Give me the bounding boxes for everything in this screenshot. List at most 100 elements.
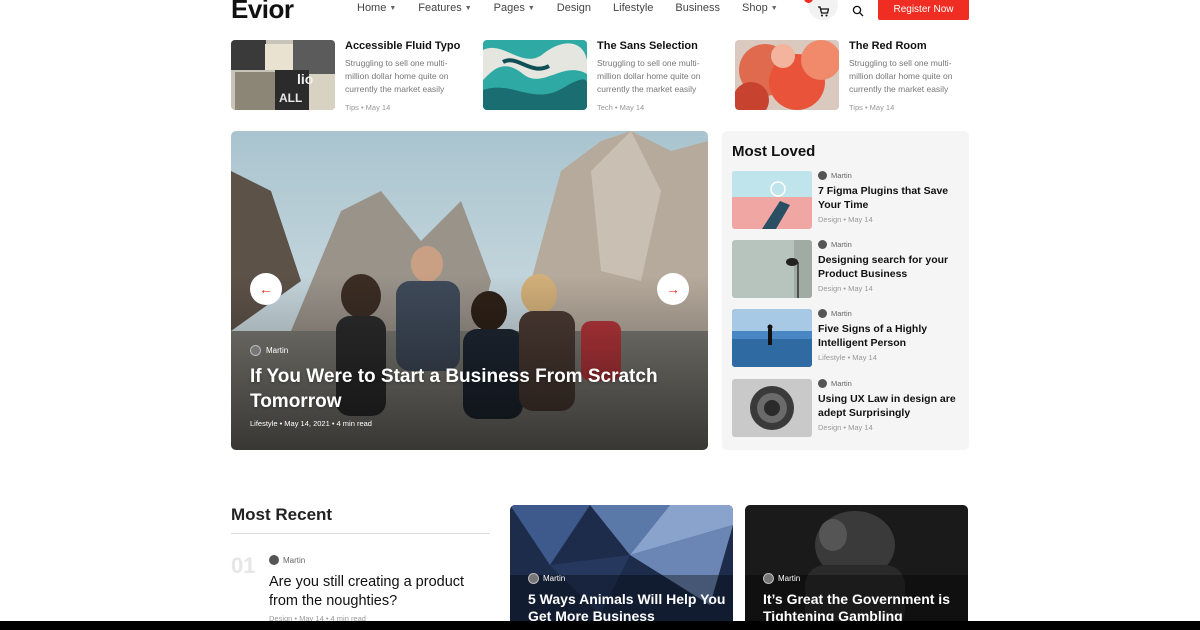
avatar — [763, 573, 774, 584]
site-logo[interactable]: Evior — [231, 0, 294, 25]
post-meta: Design • May 14 — [818, 423, 873, 432]
card-thumbnail: lio ALL — [231, 40, 335, 110]
loved-item[interactable]: Martin Designing search for your Product… — [732, 240, 962, 298]
slider-next-button[interactable]: → — [657, 273, 689, 305]
svg-text:ALL: ALL — [279, 91, 302, 105]
card-meta: Tips • May 14 — [849, 103, 895, 112]
post-title[interactable]: Using UX Law in design are adept Surpris… — [818, 392, 962, 420]
top-card[interactable]: The Sans Selection Struggling to sell on… — [483, 40, 723, 112]
post-body: Martin 7 Figma Plugins that Save Your Ti… — [818, 171, 962, 224]
section-heading: Most Recent — [231, 505, 333, 524]
nav-label: Business — [675, 2, 721, 14]
card-meta: Tech • May 14 — [597, 103, 645, 112]
post-meta: Lifestyle • May 14 — [818, 353, 877, 362]
post-author: Martin — [269, 555, 305, 565]
post-author: Martin — [818, 171, 962, 180]
avatar — [818, 171, 827, 180]
list-number: 01 — [231, 553, 256, 578]
chevron-down-icon: ▼ — [770, 4, 778, 12]
hero-title[interactable]: If You Were to Start a Business From Scr… — [250, 364, 700, 414]
nav-item-features[interactable]: Features ▼ — [418, 2, 471, 14]
avatar — [818, 379, 827, 388]
post-title[interactable]: 5 Ways Animals Will Help You Get More Bu… — [528, 591, 728, 625]
cart-button[interactable] — [808, 0, 838, 20]
post-title[interactable]: Designing search for your Product Busine… — [818, 253, 962, 281]
card-title[interactable]: The Sans Selection — [597, 40, 723, 52]
feature-card[interactable]: Martin It’s Great the Government is Tigh… — [745, 505, 968, 630]
bottom-bar — [0, 621, 1200, 630]
author-name: Martin — [831, 379, 852, 388]
chevron-down-icon: ▼ — [527, 4, 535, 12]
post-title[interactable]: Five Signs of a Highly Intelligent Perso… — [818, 322, 962, 350]
post-meta: Design • May 14 — [818, 284, 873, 293]
search-icon — [852, 5, 864, 17]
cart-icon — [818, 6, 829, 17]
search-button[interactable] — [846, 0, 870, 20]
section-heading: Most Loved — [732, 143, 816, 160]
card-title[interactable]: Accessible Fluid Typo — [345, 40, 471, 52]
nav-label: Pages — [493, 2, 525, 14]
nav-label: Design — [556, 2, 592, 14]
avatar — [269, 555, 279, 565]
post-author: Martin — [528, 573, 565, 584]
post-author: Martin — [818, 240, 962, 249]
avatar — [818, 240, 827, 249]
card-excerpt: Struggling to sell one multi-million dol… — [597, 58, 701, 94]
post-title[interactable]: It’s Great the Government is Tightening … — [763, 591, 963, 625]
post-title[interactable]: Are you still creating a product from th… — [269, 573, 494, 611]
nav-item-shop[interactable]: Shop ▼ — [742, 2, 778, 14]
author-name: Martin — [778, 574, 801, 583]
arrow-right-icon: → — [666, 281, 680, 297]
nav-item-business[interactable]: Business — [675, 2, 720, 14]
post-thumbnail — [732, 309, 812, 367]
hero-slider[interactable]: ← → Martin If You Were to Start a Busine… — [231, 131, 708, 450]
divider — [231, 533, 490, 534]
author-name: Martin — [283, 555, 306, 565]
post-meta: Design • May 14 — [818, 215, 873, 224]
loved-item[interactable]: Martin Using UX Law in design are adept … — [732, 379, 962, 437]
card-excerpt: Struggling to sell one multi-million dol… — [345, 58, 449, 94]
post-title[interactable]: 7 Figma Plugins that Save Your Time — [818, 184, 962, 212]
top-card[interactable]: The Red Room Struggling to sell one mult… — [735, 40, 975, 112]
post-author: Martin — [818, 309, 962, 318]
author-name: Martin — [266, 346, 289, 355]
card-thumbnail — [483, 40, 587, 110]
nav-label: Shop — [742, 2, 768, 14]
site-header: Evior Home ▼ Features ▼ Pages ▼ Design Life… — [0, 0, 1200, 25]
post-body: Martin Designing search for your Product… — [818, 240, 962, 293]
author-name: Martin — [543, 574, 566, 583]
svg-text:lio: lio — [297, 71, 313, 87]
loved-item[interactable]: Martin Five Signs of a Highly Intelligen… — [732, 309, 962, 367]
nav-label: Home — [357, 2, 387, 14]
nav-item-pages[interactable]: Pages ▼ — [494, 2, 535, 14]
nav-item-design[interactable]: Design — [557, 2, 591, 14]
chevron-down-icon: ▼ — [464, 4, 472, 12]
card-excerpt: Struggling to sell one multi-million dol… — [849, 58, 953, 94]
post-thumbnail — [732, 240, 812, 298]
card-meta: Tips • May 14 — [345, 103, 391, 112]
main-nav: Home ▼ Features ▼ Pages ▼ Design Lifestyle … — [357, 2, 778, 14]
loved-item[interactable]: Martin 7 Figma Plugins that Save Your Ti… — [732, 171, 962, 229]
top-card[interactable]: lio ALL Accessible Fluid Typo Struggling… — [231, 40, 471, 112]
card-body: Accessible Fluid Typo Struggling to sell… — [345, 40, 471, 112]
author-name: Martin — [831, 171, 852, 180]
chevron-down-icon: ▼ — [389, 4, 397, 12]
card-body: The Sans Selection Struggling to sell on… — [597, 40, 723, 112]
card-title[interactable]: The Red Room — [849, 40, 975, 52]
nav-item-lifestyle[interactable]: Lifestyle — [613, 2, 653, 14]
post-body: Martin Five Signs of a Highly Intelligen… — [818, 309, 962, 362]
nav-label: Features — [418, 2, 462, 14]
card-body: The Red Room Struggling to sell one mult… — [849, 40, 975, 112]
post-author: Martin — [763, 573, 800, 584]
feature-card[interactable]: Martin 5 Ways Animals Will Help You Get … — [510, 505, 733, 630]
arrow-left-icon: ← — [259, 281, 273, 297]
hero-author[interactable]: Martin — [250, 345, 288, 356]
post-author: Martin — [818, 379, 962, 388]
register-button[interactable]: Register Now — [878, 0, 969, 20]
nav-item-home[interactable]: Home ▼ — [357, 2, 396, 14]
most-loved-panel: Most Loved Martin 7 Figma Plugins that S… — [722, 131, 969, 450]
post-thumbnail — [732, 171, 812, 229]
hero-meta: Lifestyle • May 14, 2021 • 4 min read — [250, 419, 372, 428]
author-name: Martin — [831, 240, 852, 249]
slider-prev-button[interactable]: ← — [250, 273, 282, 305]
